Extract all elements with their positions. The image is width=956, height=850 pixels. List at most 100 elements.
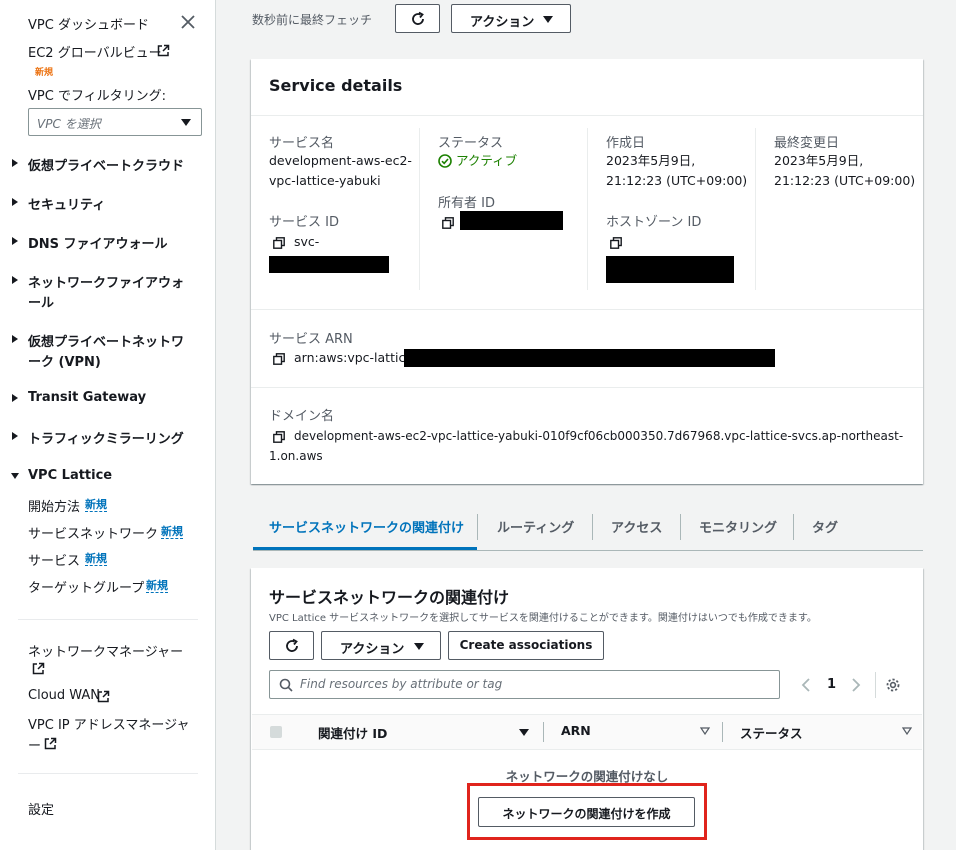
created-label: 作成日 bbox=[606, 136, 646, 151]
sidebar-section-dns-firewall[interactable]: DNS ファイアウォール bbox=[28, 233, 168, 252]
external-link-icon bbox=[157, 44, 170, 57]
column-status[interactable]: ステータス bbox=[740, 723, 803, 742]
sidebar-section-vpn[interactable]: 仮想プライベートネットワ bbox=[28, 331, 184, 350]
redacted-block bbox=[606, 256, 734, 283]
sidebar-item-cloud-wan[interactable]: Cloud WAN bbox=[28, 688, 100, 703]
caret-right-icon bbox=[12, 432, 18, 440]
check-circle-icon bbox=[438, 154, 452, 168]
divider bbox=[251, 309, 923, 310]
divider bbox=[477, 514, 478, 540]
owner-id-label: 所有者 ID bbox=[438, 196, 495, 211]
page-number[interactable]: 1 bbox=[827, 677, 836, 692]
divider bbox=[543, 722, 544, 742]
chevron-right-icon[interactable] bbox=[851, 678, 861, 692]
divider bbox=[793, 514, 794, 540]
search-placeholder: Find resources by attribute or tag bbox=[300, 677, 503, 691]
redacted-block bbox=[460, 211, 563, 230]
caret-down-icon bbox=[11, 473, 19, 479]
service-arn-label: サービス ARN bbox=[269, 332, 353, 347]
tab-access[interactable]: アクセス bbox=[611, 517, 662, 536]
create-associations-label: Create associations bbox=[459, 638, 593, 652]
sidebar-section-traffic-mirroring[interactable]: トラフィックミラーリング bbox=[28, 428, 184, 447]
associations-title: サービスネットワークの関連付け bbox=[269, 588, 510, 607]
external-link-icon bbox=[32, 662, 45, 675]
sidebar: VPC ダッシュボード EC2 グローバルビュー 新規 VPC でフィルタリング… bbox=[0, 0, 216, 850]
tab-monitoring[interactable]: モニタリング bbox=[699, 517, 777, 536]
hosted-zone-label: ホストゾーン ID bbox=[606, 215, 702, 230]
sidebar-item-ipam[interactable]: VPC IP アドレスマネージャ bbox=[28, 714, 189, 733]
vpc-filter-select[interactable]: VPC を選択 bbox=[28, 108, 202, 136]
sidebar-item-getting-started[interactable]: 開始方法 bbox=[28, 496, 80, 515]
sort-icon[interactable] bbox=[902, 727, 912, 735]
sidebar-item-services[interactable]: サービス bbox=[28, 550, 80, 569]
modified-label: 最終変更日 bbox=[774, 136, 840, 151]
service-arn-value: arn:aws:vpc-lattice: bbox=[294, 350, 418, 365]
column-association-id[interactable]: 関連付け ID bbox=[318, 723, 387, 742]
chevron-left-icon[interactable] bbox=[801, 678, 811, 692]
external-link-icon bbox=[44, 737, 57, 750]
associations-description: VPC Lattice サービスネットワークを選択してサービスを関連付けることが… bbox=[269, 613, 817, 624]
sidebar-section-transit-gateway[interactable]: Transit Gateway bbox=[28, 390, 146, 405]
actions-button[interactable]: アクション bbox=[451, 4, 571, 33]
modified-value-cont: 21:12:23 (UTC+09:00) bbox=[774, 173, 916, 188]
tab-underline bbox=[253, 550, 923, 551]
new-badge: 新規 bbox=[161, 525, 183, 539]
tab-tags[interactable]: タグ bbox=[812, 517, 838, 536]
sidebar-item-settings[interactable]: 設定 bbox=[28, 799, 54, 818]
domain-name-value-cont: 1.on.aws bbox=[269, 449, 323, 463]
copy-icon[interactable] bbox=[273, 353, 285, 365]
divider bbox=[875, 672, 876, 698]
sidebar-title[interactable]: VPC ダッシュボード bbox=[28, 14, 149, 33]
new-badge: 新規 bbox=[146, 579, 168, 593]
copy-icon[interactable] bbox=[610, 237, 622, 249]
tab-service-network-associations[interactable]: サービスネットワークの関連付け bbox=[269, 517, 464, 536]
caret-down-icon bbox=[181, 119, 191, 126]
sidebar-section-vpc-lattice[interactable]: VPC Lattice bbox=[28, 468, 112, 483]
service-id-value: svc- bbox=[294, 234, 320, 249]
sidebar-item-target-groups[interactable]: ターゲットグループ bbox=[28, 577, 144, 596]
copy-icon[interactable] bbox=[273, 431, 285, 443]
tab-routing[interactable]: ルーティング bbox=[497, 517, 574, 536]
sidebar-item-network-manager[interactable]: ネットワークマネージャー bbox=[28, 641, 183, 660]
domain-name-label: ドメイン名 bbox=[269, 409, 335, 424]
divider bbox=[722, 722, 723, 742]
divider bbox=[680, 514, 681, 540]
divider bbox=[592, 514, 593, 540]
created-value: 2023年5月9日, bbox=[606, 153, 696, 168]
filter-label: VPC でフィルタリング: bbox=[28, 89, 167, 104]
copy-icon[interactable] bbox=[273, 237, 285, 249]
sidebar-section-vpn-cont[interactable]: ーク (VPN) bbox=[28, 351, 101, 370]
caret-right-icon bbox=[12, 159, 18, 167]
copy-icon[interactable] bbox=[442, 217, 454, 229]
sidebar-section-network-firewall[interactable]: ネットワークファイアウォ bbox=[28, 272, 184, 291]
refresh-button[interactable] bbox=[269, 631, 314, 660]
refresh-button[interactable] bbox=[395, 4, 440, 33]
redacted-block bbox=[269, 256, 389, 273]
sidebar-section-security[interactable]: セキュリティ bbox=[28, 194, 105, 213]
caret-right-icon bbox=[12, 394, 18, 402]
sort-icon[interactable] bbox=[700, 727, 710, 735]
divider bbox=[419, 128, 420, 290]
service-details-title: Service details bbox=[269, 76, 403, 95]
create-network-association-button[interactable]: ネットワークの関連付けを作成 bbox=[478, 797, 695, 827]
sidebar-item-service-networks[interactable]: サービスネットワーク bbox=[28, 523, 158, 542]
last-fetched-text: 数秒前に最終フェッチ bbox=[252, 13, 373, 27]
actions-label: アクション bbox=[340, 642, 405, 657]
column-arn[interactable]: ARN bbox=[561, 723, 591, 738]
caret-down-icon bbox=[543, 16, 553, 23]
new-badge: 新規 bbox=[85, 552, 107, 566]
actions-button[interactable]: アクション bbox=[321, 631, 441, 660]
search-input[interactable]: Find resources by attribute or tag bbox=[269, 670, 780, 699]
sort-down-icon[interactable] bbox=[519, 729, 529, 736]
sidebar-item-ec2-global-view[interactable]: EC2 グローバルビュー bbox=[28, 42, 162, 61]
select-all-checkbox[interactable] bbox=[270, 726, 282, 738]
create-associations-button[interactable]: Create associations bbox=[448, 631, 604, 660]
caret-right-icon bbox=[12, 335, 18, 343]
search-icon bbox=[279, 678, 293, 692]
gear-icon[interactable] bbox=[885, 677, 901, 693]
service-name-label: サービス名 bbox=[269, 136, 335, 151]
close-icon[interactable] bbox=[180, 14, 196, 30]
sidebar-item-ipam-cont[interactable]: ー bbox=[28, 735, 41, 754]
sidebar-section-network-firewall-cont[interactable]: ール bbox=[28, 292, 54, 311]
sidebar-section-vpc[interactable]: 仮想プライベートクラウド bbox=[28, 155, 184, 174]
